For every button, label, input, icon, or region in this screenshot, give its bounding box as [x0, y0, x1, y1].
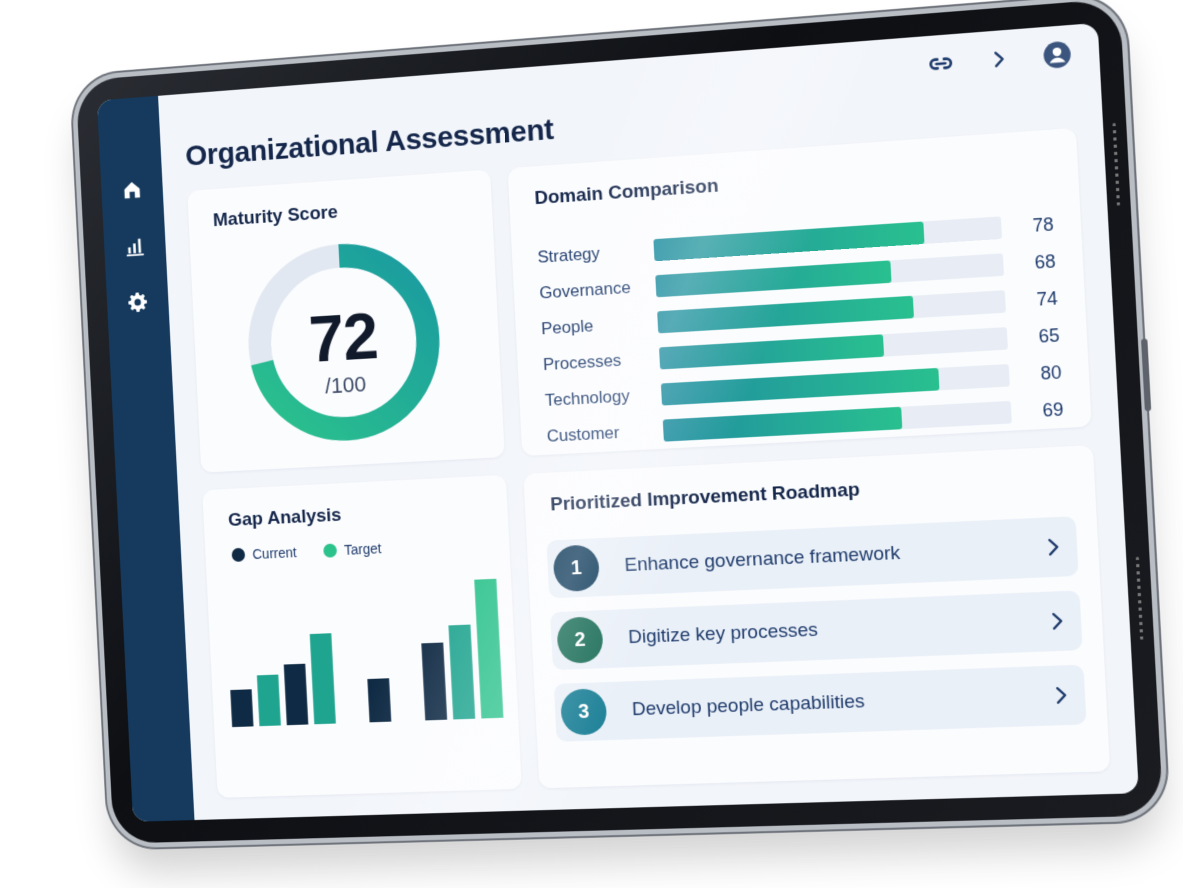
side-button	[1141, 338, 1152, 412]
main-content: Organizational Assessment Maturity Score	[158, 23, 1139, 820]
domain-value: 74	[1036, 287, 1059, 310]
legend-current-swatch	[231, 547, 246, 562]
step-number-badge: 2	[556, 616, 604, 664]
gap-legend: Current Target	[231, 540, 382, 563]
legend-target: Target	[322, 540, 382, 558]
maturity-score-card: Maturity Score 72 /100	[187, 169, 505, 472]
domain-label: Customer	[546, 422, 620, 446]
maturity-score-title: Maturity Score	[212, 201, 339, 232]
link-icon[interactable]	[926, 48, 956, 79]
domain-bar	[662, 406, 903, 442]
current-bar	[421, 642, 448, 721]
domain-bars: Strategy 78 Governance 68 People 74 Proc…	[537, 206, 1065, 455]
gap-analysis-chart	[230, 578, 504, 728]
chevron-right-icon[interactable]	[1034, 610, 1081, 632]
current-bar	[230, 689, 254, 728]
roadmap-title: Prioritized Improvement Roadmap	[549, 479, 861, 516]
gear-icon[interactable]	[125, 289, 150, 316]
speaker-grille	[1112, 122, 1121, 206]
domain-comparison-title: Domain Comparison	[534, 175, 720, 210]
step-number-badge: 3	[559, 688, 608, 736]
target-bar	[256, 674, 281, 727]
domain-value: 80	[1039, 361, 1063, 384]
chevron-right-icon[interactable]	[1038, 684, 1085, 706]
legend-target-label: Target	[343, 540, 382, 558]
domain-label: Technology	[544, 386, 631, 410]
roadmap-item[interactable]: 3 Develop people capabilities	[553, 664, 1087, 742]
current-bar	[367, 678, 392, 723]
domain-label: People	[540, 316, 594, 339]
domain-value: 78	[1032, 213, 1055, 236]
chevron-right-icon[interactable]	[1030, 536, 1077, 559]
screen: Organizational Assessment Maturity Score	[96, 22, 1139, 822]
roadmap-list: 1 Enhance governance framework 2 Digitiz…	[546, 516, 1087, 742]
target-bar	[448, 624, 476, 720]
legend-current-label: Current	[252, 544, 297, 563]
domain-bar	[659, 334, 885, 370]
roadmap-item-text: Develop people capabilities	[631, 690, 866, 721]
dashboard-grid: Maturity Score 72 /100 Domain Comparison…	[187, 127, 1111, 798]
current-bar	[283, 663, 309, 726]
target-bar	[309, 633, 336, 725]
tablet-device: Organizational Assessment Maturity Score	[75, 0, 1164, 844]
gap-analysis-title: Gap Analysis	[227, 504, 342, 531]
domain-value: 65	[1037, 324, 1061, 347]
home-icon[interactable]	[119, 177, 144, 204]
gap-analysis-card: Gap Analysis Current Target	[202, 474, 522, 798]
step-number-badge: 1	[552, 544, 601, 593]
target-bar	[474, 578, 504, 719]
roadmap-card: Prioritized Improvement Roadmap 1 Enhanc…	[523, 445, 1111, 789]
roadmap-item[interactable]: 1 Enhance governance framework	[546, 516, 1079, 599]
roadmap-item-text: Digitize key processes	[627, 619, 819, 649]
roadmap-item-text: Enhance governance framework	[624, 542, 901, 577]
domain-comparison-card: Domain Comparison Strategy 78 Governance…	[507, 127, 1092, 457]
maturity-gauge: 72 /100	[239, 233, 450, 451]
speaker-grille	[1135, 556, 1144, 640]
user-avatar-icon[interactable]	[1042, 39, 1073, 70]
domain-value: 68	[1034, 250, 1057, 273]
domain-label: Processes	[542, 350, 622, 375]
domain-label: Strategy	[537, 243, 601, 267]
legend-target-swatch	[322, 543, 337, 558]
legend-current: Current	[231, 544, 297, 563]
chevron-right-icon[interactable]	[983, 44, 1014, 75]
maturity-score-value: 72	[307, 298, 380, 376]
domain-label: Governance	[538, 277, 632, 303]
stage: Organizational Assessment Maturity Score	[0, 0, 1183, 888]
roadmap-item[interactable]: 2 Digitize key processes	[550, 590, 1083, 671]
bar-chart-icon[interactable]	[122, 233, 147, 260]
topbar	[926, 39, 1073, 79]
domain-value: 69	[1041, 398, 1064, 421]
